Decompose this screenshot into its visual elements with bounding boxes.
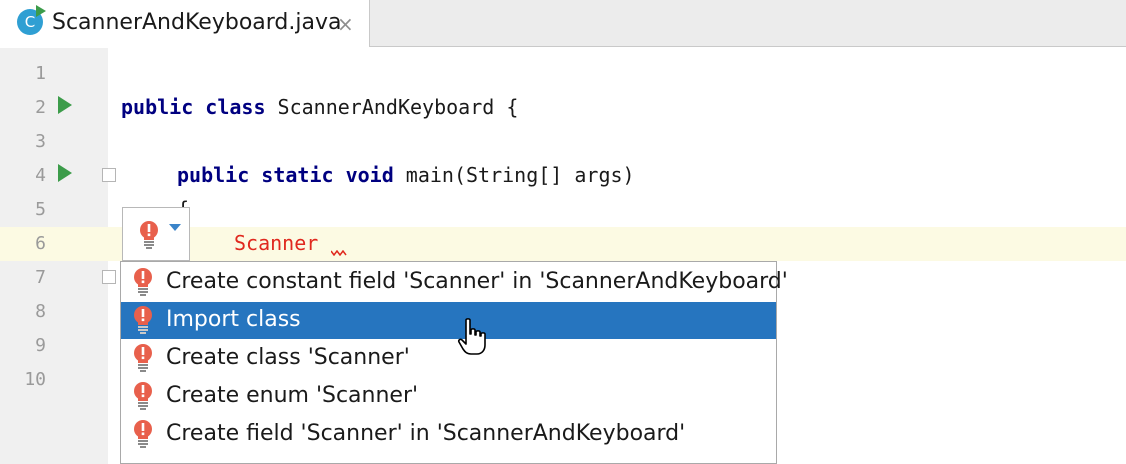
list-item[interactable]: Create class 'Scanner'	[121, 340, 776, 377]
line-number: 6	[35, 233, 46, 254]
class-icon-letter: C	[24, 13, 36, 31]
list-item-label: Create field 'Scanner' in 'ScannerAndKey…	[166, 421, 686, 446]
chevron-down-icon	[169, 224, 181, 231]
red-bulb-icon	[140, 221, 158, 249]
keyword: public	[177, 163, 250, 187]
red-bulb-icon	[134, 306, 152, 334]
line-number: 2	[35, 97, 46, 118]
code-text: main(String[] args)	[393, 163, 635, 187]
list-item-label: Create class 'Scanner'	[166, 345, 410, 370]
tab-label: ScannerAndKeyboard.java	[52, 10, 342, 35]
red-bulb-icon	[134, 344, 152, 372]
fold-marker-icon[interactable]	[102, 270, 116, 284]
list-item-selected[interactable]: Import class	[121, 302, 776, 339]
keyword: static	[261, 163, 334, 187]
red-bulb-icon	[134, 420, 152, 448]
code-text: ScannerAndKeyboard {	[265, 95, 519, 119]
close-icon[interactable]: ×	[337, 12, 354, 36]
red-bulb-icon	[134, 268, 152, 296]
keyword: public	[121, 95, 194, 119]
line-number: 5	[35, 199, 46, 220]
line-number: 8	[35, 301, 46, 322]
code-line-4: public static void main(String[] args)	[177, 163, 635, 187]
list-item-label: Import class	[166, 307, 301, 332]
intention-bulb-button[interactable]	[122, 207, 190, 261]
red-bulb-icon	[134, 382, 152, 410]
line-number: 7	[35, 267, 46, 288]
keyword: class	[205, 95, 266, 119]
line-number: 1	[35, 63, 46, 84]
runnable-mark-icon	[36, 5, 46, 17]
tab-scanner-and-keyboard[interactable]: C ScannerAndKeyboard.java ×	[0, 0, 370, 47]
quick-fix-popup: Create constant field 'Scanner' in 'Scan…	[120, 261, 788, 464]
run-main-icon[interactable]	[58, 164, 72, 182]
fold-marker-icon[interactable]	[102, 168, 116, 182]
list-item-label: Create constant field 'Scanner' in 'Scan…	[166, 269, 788, 294]
editor-tab-bar: C ScannerAndKeyboard.java ×	[0, 0, 1126, 47]
error-squiggle	[331, 250, 347, 256]
unresolved-symbol[interactable]: Scanner	[234, 231, 318, 255]
run-class-icon[interactable]	[58, 96, 72, 114]
line-number: 3	[35, 131, 46, 152]
line-number: 4	[35, 165, 46, 186]
hand-cursor-icon	[457, 318, 486, 355]
java-class-icon: C	[17, 5, 46, 35]
line-number: 9	[35, 335, 46, 356]
list-item-label: Create enum 'Scanner'	[166, 383, 419, 408]
code-line-2: public class ScannerAndKeyboard {	[121, 95, 518, 119]
keyword: void	[345, 163, 394, 187]
line-number: 10	[24, 369, 46, 390]
list-item[interactable]: Create constant field 'Scanner' in 'Scan…	[121, 264, 788, 301]
list-item[interactable]: Create enum 'Scanner'	[121, 378, 776, 415]
list-item[interactable]: Create field 'Scanner' in 'ScannerAndKey…	[121, 416, 776, 453]
